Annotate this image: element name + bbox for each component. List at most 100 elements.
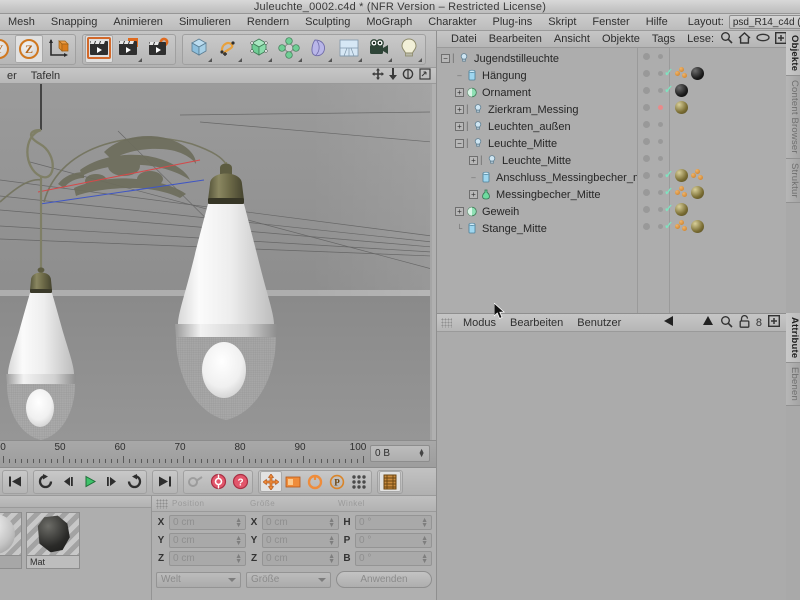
coord-input-pos-y[interactable]: 0 cm ▲ ▼: [169, 533, 246, 548]
visibility-editor-dot[interactable]: [643, 87, 650, 94]
expand-toggle-icon[interactable]: +: [469, 190, 478, 199]
search-icon[interactable]: [720, 315, 733, 331]
drag-handle-icon[interactable]: [441, 317, 452, 328]
visibility-editor-dot[interactable]: [643, 121, 650, 128]
coord-input-size-y[interactable]: 0 cm ▲ ▼: [262, 533, 339, 548]
dock-tab-objekte[interactable]: Objekte: [786, 31, 800, 77]
parameter-key-button[interactable]: [348, 471, 370, 492]
menu-hilfe[interactable]: Hilfe: [638, 14, 676, 30]
step-forward-button[interactable]: [101, 471, 123, 492]
menu-sculpting[interactable]: Sculpting: [297, 14, 358, 30]
visibility-editor-dot[interactable]: [643, 172, 650, 179]
visibility-editor-dot[interactable]: [643, 155, 650, 162]
coord-input-pos-z[interactable]: 0 cm ▲ ▼: [169, 551, 246, 566]
visibility-editor-dot[interactable]: [643, 53, 650, 60]
object-tree-row[interactable]: + Messingbecher_Mitte: [437, 186, 637, 203]
secbar-item-er[interactable]: er: [0, 70, 24, 82]
material-tag-brass-icon[interactable]: [691, 220, 704, 233]
render-view-button[interactable]: [85, 35, 113, 63]
dock-tab-attribute[interactable]: Attribute: [786, 313, 800, 364]
visibility-render-dot[interactable]: [658, 207, 663, 212]
menu-snapping[interactable]: Snapping: [43, 14, 106, 30]
record-parameter-button[interactable]: ?: [229, 471, 251, 492]
om-menu-tags[interactable]: Tags: [646, 33, 681, 45]
texture-tag-icon[interactable]: [675, 220, 689, 233]
light-button[interactable]: [395, 35, 423, 63]
om-menu-lesezeichen[interactable]: Lese:: [681, 33, 720, 45]
menu-fenster[interactable]: Fenster: [584, 14, 637, 30]
material-thumbnail[interactable]: [26, 512, 80, 556]
home-icon[interactable]: [738, 31, 751, 47]
visibility-render-dot[interactable]: [658, 105, 663, 110]
menu-mograph[interactable]: MoGraph: [358, 14, 420, 30]
object-tree-row[interactable]: + Geweih: [437, 203, 637, 220]
layout-select[interactable]: psd_R14_c4d (Benutzer): [728, 15, 800, 29]
render-region-button[interactable]: [115, 35, 143, 63]
bend-deformer-button[interactable]: [305, 35, 333, 63]
coord-input-rot-p[interactable]: 0 ° ▲ ▼: [355, 533, 432, 548]
expand-toggle-icon[interactable]: +: [455, 122, 464, 131]
axis-y-lock-button[interactable]: Y: [0, 35, 13, 63]
visibility-render-dot[interactable]: [658, 156, 663, 161]
stepper-icon[interactable]: ▲ ▼: [235, 553, 242, 565]
enable-check-icon[interactable]: ✓: [664, 185, 673, 198]
material-item[interactable]: Mat: [26, 512, 80, 569]
stepper-icon[interactable]: ▲ ▼: [328, 535, 335, 547]
visibility-render-dot[interactable]: [658, 190, 663, 195]
coord-input-rot-b[interactable]: 0 ° ▲ ▼: [355, 551, 432, 566]
scale-key-button[interactable]: [282, 471, 304, 492]
search-icon[interactable]: [720, 31, 733, 47]
enable-check-icon[interactable]: ✓: [664, 202, 673, 215]
spline-pen-button[interactable]: [215, 35, 243, 63]
stepper-icon[interactable]: ▲ ▼: [235, 535, 242, 547]
am-menu-modus[interactable]: Modus: [456, 317, 503, 329]
enable-check-icon[interactable]: ✓: [664, 66, 673, 79]
object-tree-row[interactable]: – Anschluss_Messingbecher_mitte: [437, 169, 637, 186]
coord-input-size-x[interactable]: 0 cm ▲ ▼: [262, 515, 339, 530]
visibility-editor-dot[interactable]: [643, 223, 650, 230]
stepper-icon[interactable]: ▲ ▼: [418, 448, 425, 459]
go-to-start-button[interactable]: [4, 471, 26, 492]
record-active-objects-button[interactable]: [207, 471, 229, 492]
object-tree-row[interactable]: + Ornament: [437, 84, 637, 101]
back-arrow-icon[interactable]: [662, 315, 676, 330]
dock-tab-struktur[interactable]: Struktur: [786, 159, 800, 203]
object-tree-row[interactable]: + | Zierkram_Messing: [437, 101, 637, 118]
expand-toggle-icon[interactable]: +: [469, 156, 478, 165]
visibility-render-dot[interactable]: [658, 139, 663, 144]
menu-rendern[interactable]: Rendern: [239, 14, 297, 30]
expand-toggle-icon[interactable]: +: [455, 105, 464, 114]
visibility-render-dot[interactable]: [658, 54, 663, 59]
scale-down-icon[interactable]: [389, 68, 397, 83]
object-tree-row[interactable]: + | Leuchten_außen: [437, 118, 637, 135]
texture-tag-icon[interactable]: [691, 169, 705, 182]
material-tag-brass-icon[interactable]: [691, 186, 704, 199]
stepper-icon[interactable]: ▲ ▼: [328, 517, 335, 529]
object-tree-row[interactable]: – Hängung: [437, 67, 637, 84]
coordinate-mode-select[interactable]: Größe: [246, 571, 331, 588]
next-key-button[interactable]: [123, 471, 145, 492]
step-back-button[interactable]: [57, 471, 79, 492]
material-thumbnail[interactable]: [0, 512, 22, 556]
rotate-icon[interactable]: [402, 68, 414, 83]
timeline-ruler-bar[interactable]: 0 50 60 70 80 90 100 0 B ▲ ▼: [0, 440, 436, 468]
om-menu-ansicht[interactable]: Ansicht: [548, 33, 596, 45]
dock-tab-ebenen[interactable]: Ebenen: [786, 363, 800, 407]
visibility-editor-dot[interactable]: [643, 104, 650, 111]
am-menu-bearbeiten[interactable]: Bearbeiten: [503, 317, 570, 329]
current-frame-field[interactable]: 0 B ▲ ▼: [370, 445, 430, 462]
up-arrow-icon[interactable]: [702, 315, 714, 330]
collapse-toggle-icon[interactable]: −: [441, 54, 450, 63]
material-item[interactable]: Mat: [0, 512, 22, 569]
secbar-item-tafeln[interactable]: Tafeln: [24, 70, 67, 82]
frame-icon[interactable]: [419, 68, 431, 83]
texture-tag-icon[interactable]: [675, 186, 689, 199]
material-tag-brass-icon[interactable]: [675, 203, 688, 216]
menu-mesh[interactable]: Mesh: [0, 14, 43, 30]
enable-check-icon[interactable]: ✓: [664, 83, 673, 96]
object-tree-row[interactable]: − | Jugendstilleuchte: [437, 50, 637, 67]
object-tree-row[interactable]: − | Leuchte_Mitte: [437, 135, 637, 152]
go-to-end-button[interactable]: [154, 471, 176, 492]
visibility-render-dot[interactable]: [658, 122, 663, 127]
nurbs-generator-button[interactable]: [245, 35, 273, 63]
